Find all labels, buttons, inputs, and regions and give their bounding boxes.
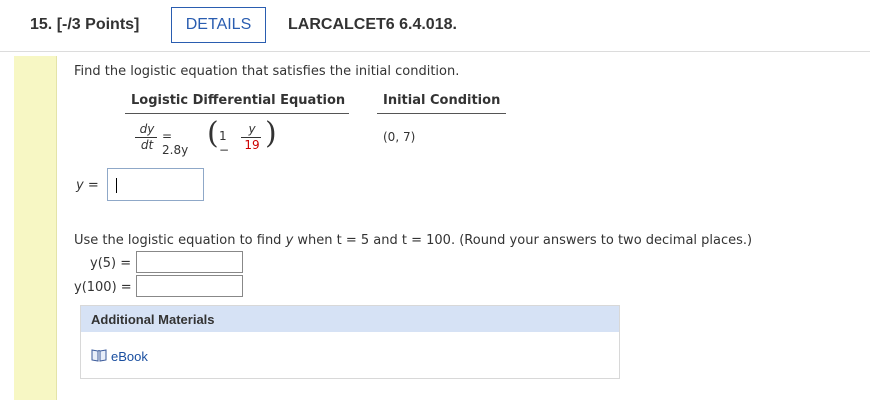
- part2-instruction-prefix: Use the logistic equation to find: [74, 233, 286, 248]
- ebook-link[interactable]: eBook: [91, 347, 148, 366]
- question-number: 15.: [30, 16, 53, 33]
- y-answer-input[interactable]: [107, 168, 204, 201]
- col-heading-equation: Logistic Differential Equation: [131, 93, 346, 108]
- y5-label: y(5) =: [90, 256, 132, 271]
- additional-materials-title: Additional Materials: [91, 312, 215, 327]
- y-answer-label-text: y =: [76, 178, 99, 193]
- question-status-stripe: [14, 56, 56, 400]
- eq-dy: dy: [139, 122, 155, 136]
- additional-materials-header: Additional Materials: [81, 306, 619, 332]
- book-icon: [91, 347, 107, 366]
- ebook-label: eBook: [111, 349, 148, 364]
- eq-coefficient: = 2.8y: [162, 129, 189, 157]
- eq-dt: dt: [140, 138, 154, 152]
- y100-input[interactable]: [136, 275, 243, 297]
- stripe-edge: [56, 56, 57, 400]
- col-rule-equation: [125, 113, 349, 114]
- eq-y: y: [248, 122, 256, 136]
- eq-right-paren: ): [265, 116, 277, 151]
- initial-condition: (0, 7): [383, 130, 416, 144]
- eq-one-minus: 1 −: [219, 129, 230, 157]
- y100-label: y(100) =: [74, 280, 132, 295]
- y5-input[interactable]: [136, 251, 243, 273]
- details-button[interactable]: DETAILS: [171, 7, 266, 43]
- question-points: [-/3 Points]: [56, 16, 140, 33]
- part2-instruction: Use the logistic equation to find y when…: [74, 233, 752, 248]
- part2-instruction-suffix: when t = 5 and t = 100. (Round your answ…: [293, 233, 753, 248]
- question-header: 15. [-/3 Points] DETAILS LARCALCET6 6.4.…: [0, 0, 870, 52]
- details-label: DETAILS: [185, 16, 252, 33]
- eq-left-paren: (: [207, 116, 219, 151]
- course-code: LARCALCET6 6.4.018.: [288, 16, 457, 33]
- eq-carrying-capacity: 19: [244, 138, 260, 152]
- y-answer-label: y =: [76, 178, 99, 193]
- problem-prompt: Find the logistic equation that satisfie…: [74, 64, 460, 79]
- text-caret: [116, 178, 117, 193]
- question-number-points: 15. [-/3 Points]: [30, 16, 139, 34]
- col-heading-initial: Initial Condition: [383, 93, 501, 108]
- additional-materials-panel: Additional Materials eBook: [80, 305, 620, 379]
- col-rule-initial: [377, 113, 506, 114]
- header-divider: [0, 51, 870, 52]
